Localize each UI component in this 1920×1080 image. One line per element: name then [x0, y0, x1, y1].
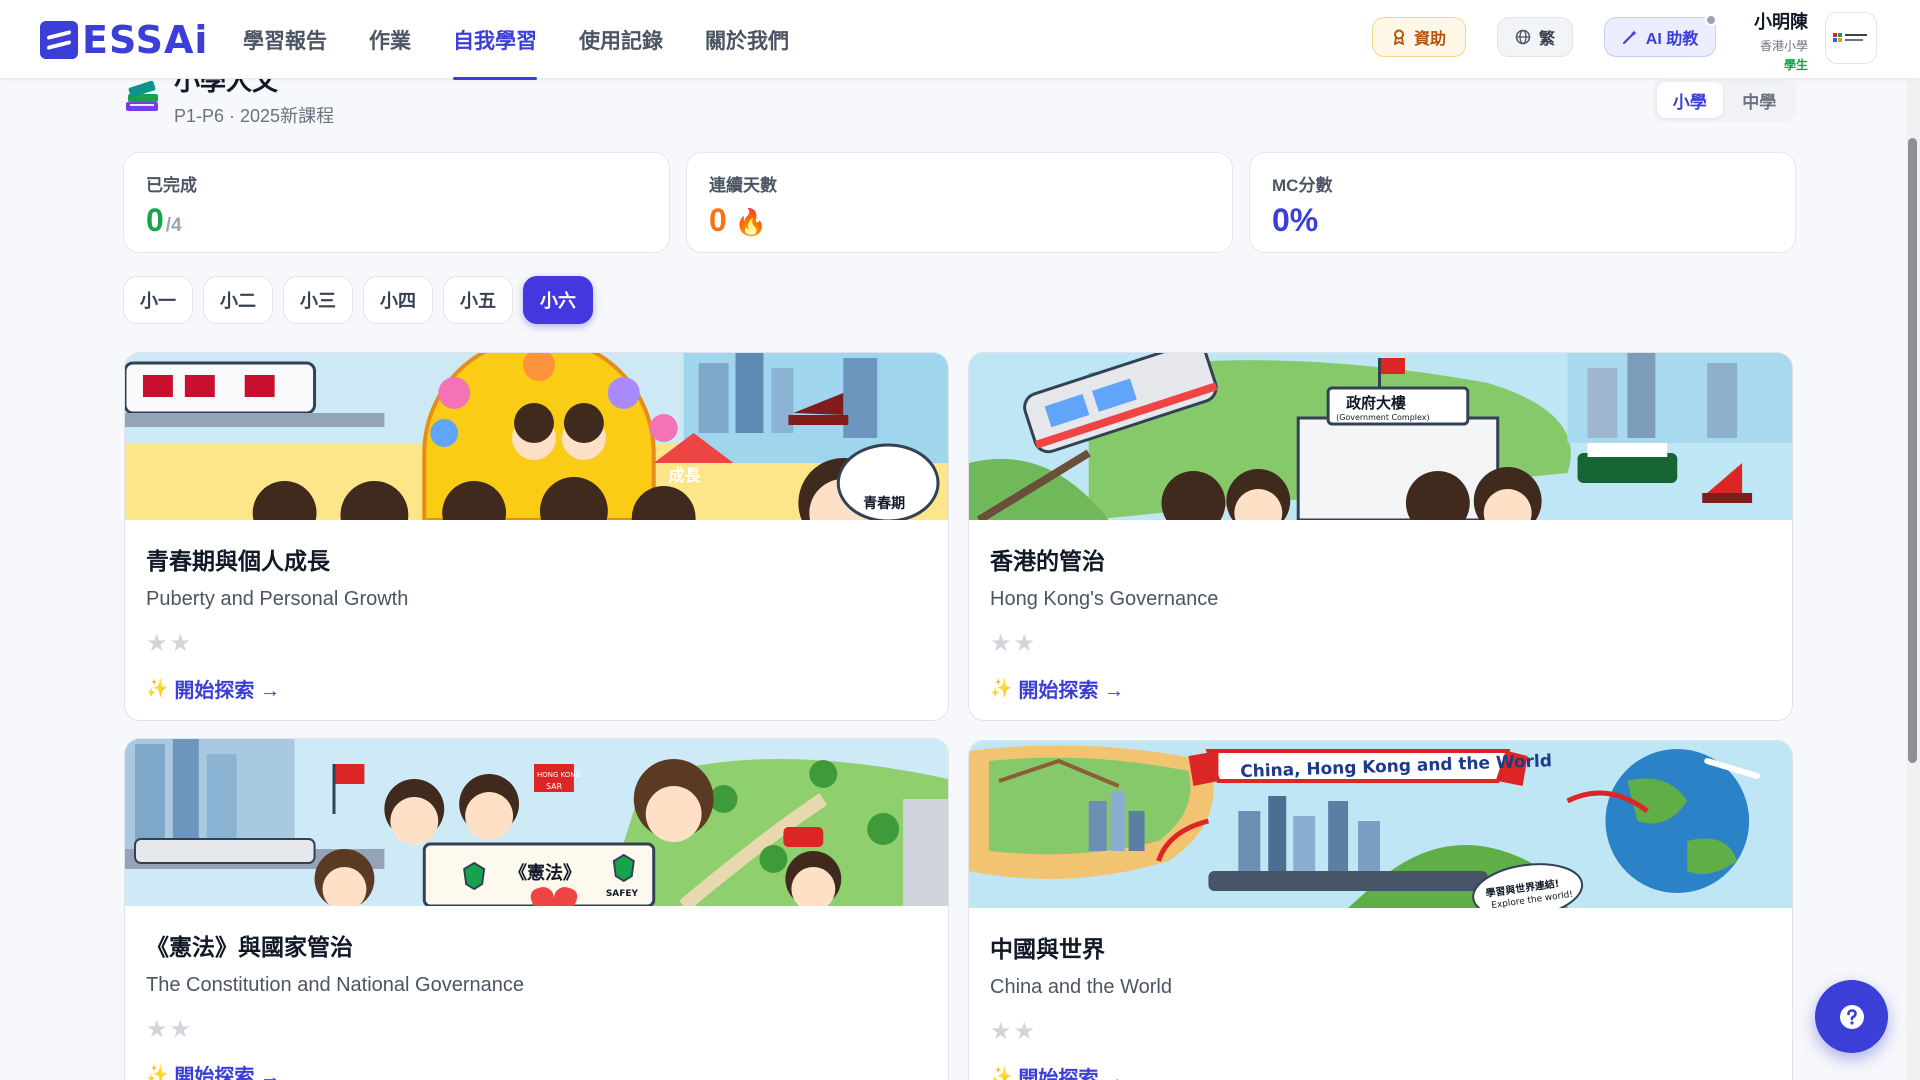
banner-text: HONG KONG — [537, 771, 581, 779]
sparkle-icon: ✨ — [990, 678, 1013, 698]
stat-label: 已完成 — [146, 176, 197, 195]
level-tab-secondary[interactable]: 中學 — [1727, 82, 1793, 118]
grade-tab-p2[interactable]: 小二 — [203, 276, 273, 324]
grade-tab-p4[interactable]: 小四 — [363, 276, 433, 324]
question-icon — [1839, 1004, 1864, 1029]
stat-card-completed: 已完成 0 /4 — [123, 152, 670, 253]
card-title: 香港的管治 — [990, 548, 1105, 574]
start-explore-link[interactable]: ✨ 開始探索 → — [990, 1062, 1771, 1080]
grade-tab-p1[interactable]: 小一 — [123, 276, 193, 324]
stat-card-streak: 連續天數 0 🔥 — [686, 152, 1233, 253]
stat-label: MC分數 — [1272, 176, 1333, 195]
banner-text: (Government Complex) — [1336, 413, 1429, 422]
avatar[interactable] — [1825, 12, 1877, 64]
help-button[interactable] — [1815, 980, 1888, 1053]
globe-icon — [1515, 29, 1531, 45]
top-header: ESSAi 學習報告 作業 自我學習 使用記錄 關於我們 資助 繁 AI 助教 … — [0, 0, 1920, 80]
banner-text: SAFEY — [606, 889, 639, 899]
nav-item-self-learning[interactable]: 自我學習 — [453, 0, 537, 80]
banner-text: SAR — [546, 782, 563, 791]
stat-label: 連續天數 — [709, 176, 777, 195]
brand-logo[interactable]: ESSAi — [40, 18, 208, 62]
banner-text: 政府大樓 — [1346, 394, 1406, 412]
grade-tabs: 小一 小二 小三 小四 小五 小六 — [123, 276, 593, 324]
topic-card[interactable]: HONG KONG SAR 《憲法》 SAFEY 《憲法》與國家管治 The C… — [124, 738, 949, 1080]
user-info[interactable]: 小明陳 香港小學 學生 — [1740, 8, 1808, 73]
stat-value: 0 — [146, 202, 164, 238]
ai-tutor-label: AI 助教 — [1645, 31, 1699, 48]
scrollbar-thumb[interactable] — [1908, 138, 1917, 763]
nav-item-usage-history[interactable]: 使用記錄 — [579, 0, 663, 79]
user-name: 小明陳 — [1754, 12, 1808, 32]
award-icon — [1393, 29, 1405, 45]
topic-card[interactable]: 成長 青春期 青春期與個人成長 Puberty and Personal Gro… — [124, 352, 949, 721]
sponsor-label: 資助 — [1413, 31, 1446, 48]
topic-card[interactable]: 政府大樓 (Government Complex) 香港的管治 Hong Kon… — [968, 352, 1793, 721]
difficulty-stars: ★★ — [146, 1016, 194, 1043]
card-subtitle: The Constitution and National Governance — [146, 974, 525, 996]
page-subtitle: P1-P6 · 2025新課程 — [174, 106, 335, 126]
nav-item-learning-report[interactable]: 學習報告 — [243, 0, 327, 79]
language-toggle-button[interactable]: 繁 — [1497, 17, 1573, 57]
sparkle-icon: ✨ — [990, 1066, 1013, 1080]
explore-label: 開始探索 → — [1018, 680, 1124, 702]
card-subtitle: Puberty and Personal Growth — [146, 588, 409, 610]
books-icon — [124, 76, 160, 116]
banner-text: 成長 — [669, 466, 702, 485]
school-level-toggle: 小學 中學 — [1653, 78, 1796, 122]
nav-item-about-us[interactable]: 關於我們 — [705, 0, 789, 79]
explore-label: 開始探索 → — [1018, 1068, 1124, 1080]
topic-card[interactable]: China, Hong Kong and the World 學習與世界連結! … — [968, 740, 1793, 1080]
topic-banner-image: HONG KONG SAR 《憲法》 SAFEY — [125, 739, 948, 906]
sparkle-icon: ✨ — [146, 678, 169, 698]
main-nav: 學習報告 作業 自我學習 使用記錄 關於我們 — [243, 0, 789, 80]
sparkle-icon: ✨ — [146, 1064, 169, 1080]
start-explore-link[interactable]: ✨ 開始探索 → — [990, 674, 1771, 703]
level-tab-primary[interactable]: 小學 — [1657, 82, 1723, 118]
ai-tutor-button[interactable]: AI 助教 — [1604, 14, 1717, 57]
difficulty-stars: ★★ — [990, 1018, 1038, 1045]
banner-text: 《憲法》 — [509, 862, 581, 884]
difficulty-stars: ★★ — [146, 630, 194, 657]
user-school: 香港小學 — [1759, 39, 1808, 53]
start-explore-link[interactable]: ✨ 開始探索 → — [146, 674, 927, 703]
difficulty-stars: ★★ — [990, 630, 1038, 657]
start-explore-link[interactable]: ✨ 開始探索 → — [146, 1060, 927, 1080]
card-subtitle: China and the World — [990, 976, 1172, 998]
stat-suffix: /4 — [165, 215, 182, 236]
status-dot-icon — [1705, 14, 1717, 26]
logo-mark-icon — [40, 21, 78, 59]
fire-icon: 🔥 — [734, 207, 768, 237]
stat-value: 0 — [709, 202, 727, 238]
sponsor-button[interactable]: 資助 — [1372, 17, 1466, 57]
magic-wand-icon — [1622, 30, 1637, 44]
card-title: 中國與世界 — [990, 936, 1105, 962]
card-title: 《憲法》與國家管治 — [146, 934, 353, 960]
stat-value: 0% — [1272, 202, 1319, 238]
card-subtitle: Hong Kong's Governance — [990, 588, 1219, 610]
grade-tab-p3[interactable]: 小三 — [283, 276, 353, 324]
grade-tab-p6[interactable]: 小六 — [523, 276, 593, 324]
explore-label: 開始探索 → — [174, 1066, 280, 1080]
language-label: 繁 — [1538, 31, 1555, 48]
topic-banner-image: China, Hong Kong and the World 學習與世界連結! … — [969, 741, 1792, 908]
brand-name: ESSAi — [82, 18, 209, 62]
school-logo-icon — [1833, 33, 1867, 42]
user-role: 學生 — [1783, 58, 1808, 72]
stat-card-mc-score: MC分數 0% — [1249, 152, 1796, 253]
banner-text: 青春期 — [863, 495, 905, 512]
card-title: 青春期與個人成長 — [146, 548, 330, 574]
explore-label: 開始探索 → — [174, 680, 280, 702]
grade-tab-p5[interactable]: 小五 — [443, 276, 513, 324]
topic-banner-image: 成長 青春期 — [125, 353, 948, 520]
nav-item-homework[interactable]: 作業 — [369, 0, 411, 79]
topic-banner-image: 政府大樓 (Government Complex) — [969, 353, 1792, 520]
